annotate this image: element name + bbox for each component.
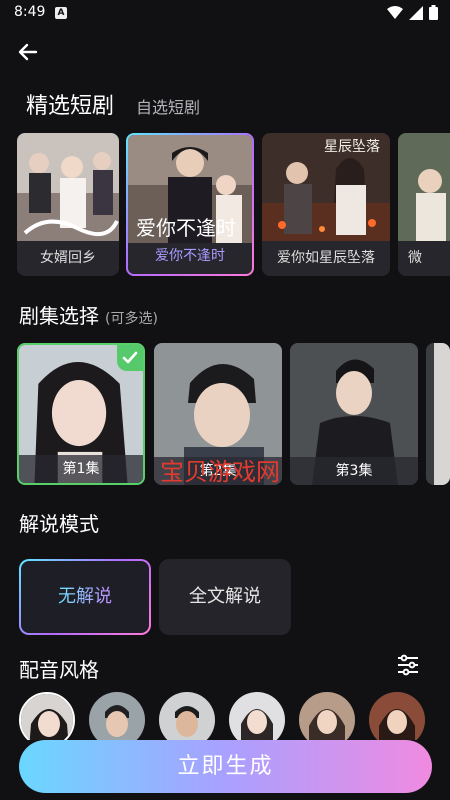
mode-label: 全文解说 bbox=[189, 586, 261, 607]
voice-list bbox=[17, 690, 450, 740]
drama-poster: 星辰坠落 bbox=[262, 133, 390, 241]
status-icons bbox=[387, 5, 438, 20]
episode-card[interactable]: 第3集 bbox=[290, 343, 418, 485]
episode-label: 第1集 bbox=[19, 455, 143, 483]
drama-poster bbox=[398, 133, 450, 241]
drama-title: 微 bbox=[408, 250, 422, 266]
mode-no-narration-button[interactable]: 无解说 bbox=[19, 559, 151, 635]
signal-icon bbox=[409, 5, 423, 20]
drama-title: 爱你如星辰坠落 bbox=[277, 250, 375, 266]
voice-avatar[interactable] bbox=[159, 692, 215, 740]
drama-source-tabs: 精选短剧 自选短剧 bbox=[26, 88, 200, 120]
check-icon bbox=[117, 345, 143, 371]
mode-full-narration-button[interactable]: 全文解说 bbox=[159, 559, 291, 635]
drama-poster bbox=[17, 133, 119, 241]
drama-card[interactable]: 女婿回乡 bbox=[17, 133, 119, 276]
status-time: 8:49 bbox=[14, 4, 46, 20]
tab-featured-dramas[interactable]: 精选短剧 bbox=[26, 88, 114, 120]
episode-section-hint: (可多选) bbox=[105, 311, 158, 327]
arrow-left-icon bbox=[18, 43, 38, 61]
mode-label: 无解说 bbox=[58, 586, 112, 607]
episode-card-selected[interactable]: 第1集 bbox=[17, 343, 145, 485]
tab-custom-dramas[interactable]: 自选短剧 bbox=[136, 94, 200, 118]
voice-avatar-selected[interactable] bbox=[19, 692, 75, 740]
drama-title: 女婿回乡 bbox=[40, 250, 96, 266]
drama-title: 爱你不逢时 bbox=[155, 248, 225, 264]
voice-section-title: 配音风格 bbox=[19, 658, 99, 682]
drama-card[interactable]: 星辰坠落 爱你如星辰坠落 bbox=[262, 133, 390, 276]
back-button[interactable] bbox=[14, 38, 42, 66]
watermark-text: 宝贝游戏网 bbox=[160, 458, 280, 486]
episode-label: 第3集 bbox=[290, 457, 418, 485]
filter-icon[interactable] bbox=[396, 654, 420, 676]
drama-list: 女婿回乡 爱你不逢时 爱你不逢时 星辰坠落 爱你如星辰坠落 微 bbox=[17, 133, 450, 277]
voice-avatar[interactable] bbox=[89, 692, 145, 740]
notification-icon: A bbox=[55, 7, 67, 19]
drama-poster-title: 爱你不逢时 bbox=[136, 216, 236, 240]
episode-section-header: 剧集选择 (可多选) bbox=[19, 300, 158, 329]
wifi-icon bbox=[387, 5, 403, 19]
voice-avatar[interactable] bbox=[369, 692, 425, 740]
mode-section-title: 解说模式 bbox=[19, 512, 99, 536]
drama-card-selected[interactable]: 爱你不逢时 爱你不逢时 bbox=[126, 133, 254, 276]
episode-section-title: 剧集选择 bbox=[19, 304, 99, 328]
drama-poster: 爱你不逢时 bbox=[128, 135, 252, 243]
generate-now-button[interactable]: 立即生成 bbox=[19, 740, 432, 793]
voice-avatar[interactable] bbox=[299, 692, 355, 740]
status-bar: 8:49 A bbox=[0, 0, 450, 26]
drama-card[interactable]: 微 bbox=[398, 133, 450, 276]
episode-thumbnail bbox=[426, 343, 450, 485]
episode-card[interactable] bbox=[426, 343, 450, 485]
voice-avatar[interactable] bbox=[229, 692, 285, 740]
battery-icon bbox=[429, 5, 438, 20]
drama-poster-title: 星辰坠落 bbox=[324, 139, 380, 155]
